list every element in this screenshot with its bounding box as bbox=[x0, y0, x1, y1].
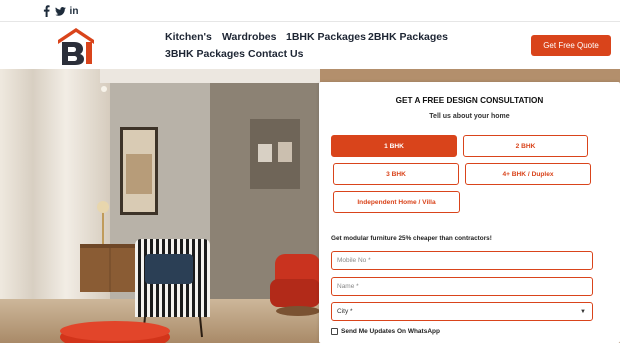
nav-2bhk-packages[interactable]: 2BHK Packages bbox=[368, 31, 448, 43]
option-2bhk[interactable]: 2 BHK bbox=[463, 135, 588, 157]
option-3bhk[interactable]: 3 BHK bbox=[333, 163, 459, 185]
nav-wardrobes[interactable]: Wardrobes bbox=[222, 31, 276, 43]
consultation-form: GET A FREE DESIGN CONSULTATION Tell us a… bbox=[319, 82, 620, 343]
option-4bhk-duplex[interactable]: 4+ BHK / Duplex bbox=[465, 163, 591, 185]
social-bar: in bbox=[0, 0, 620, 22]
nav-1bhk-packages[interactable]: 1BHK Packages bbox=[286, 31, 366, 43]
option-independent-home-villa[interactable]: Independent Home / Villa bbox=[333, 191, 460, 213]
nav-contact-us[interactable]: Contact Us bbox=[248, 48, 303, 60]
brand-logo[interactable] bbox=[56, 26, 96, 66]
whatsapp-checkbox[interactable] bbox=[331, 328, 338, 335]
whatsapp-label: Send Me Updates On WhatsApp bbox=[341, 328, 440, 335]
name-input[interactable]: Name * bbox=[331, 277, 593, 296]
site-header: Kitchen's Wardrobes 1BHK Packages 2BHK P… bbox=[0, 22, 620, 69]
page: in Kitchen's Wardrobes 1BHK Packages 2BH… bbox=[0, 0, 620, 343]
facebook-icon[interactable] bbox=[42, 5, 50, 17]
city-value: City * bbox=[337, 308, 353, 315]
option-1bhk[interactable]: 1 BHK bbox=[331, 135, 457, 157]
form-subtitle: Tell us about your home bbox=[429, 113, 510, 120]
promo-text: Get modular furniture 25% cheaper than c… bbox=[331, 235, 492, 242]
name-placeholder: Name * bbox=[337, 283, 359, 290]
form-title: GET A FREE DESIGN CONSULTATION bbox=[395, 96, 544, 105]
linkedin-icon[interactable]: in bbox=[69, 5, 79, 17]
chevron-down-icon: ▼ bbox=[580, 308, 586, 315]
city-select[interactable]: City * ▼ bbox=[331, 302, 593, 321]
get-free-quote-button[interactable]: Get Free Quote bbox=[531, 35, 611, 56]
mobile-input[interactable]: Mobile No * bbox=[331, 251, 593, 270]
nav-3bhk-packages[interactable]: 3BHK Packages bbox=[165, 48, 245, 60]
whatsapp-opt-in[interactable]: Send Me Updates On WhatsApp bbox=[331, 328, 440, 335]
nav-kitchens[interactable]: Kitchen's bbox=[165, 31, 212, 43]
mobile-placeholder: Mobile No * bbox=[337, 257, 371, 264]
twitter-icon[interactable] bbox=[55, 5, 66, 17]
